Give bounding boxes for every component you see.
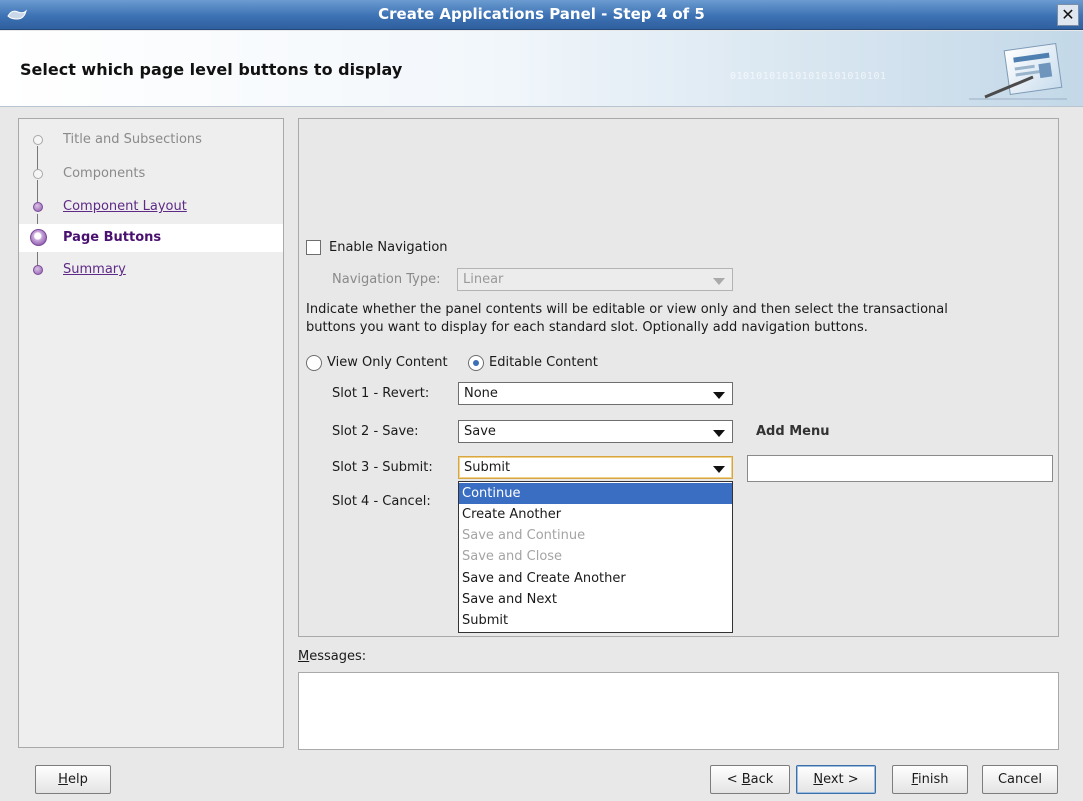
enable-navigation-checkbox[interactable] [306, 240, 321, 255]
dropdown-option-save-and-next[interactable]: Save and Next [459, 589, 732, 610]
page-heading: Select which page level buttons to displ… [20, 60, 403, 79]
chevron-down-icon [713, 278, 725, 285]
navigation-type-label: Navigation Type: [332, 272, 441, 287]
slot-2-label: Slot 2 - Save: [332, 424, 419, 439]
next-mnemonic: N [813, 772, 824, 787]
slot-3-menu-input[interactable] [747, 455, 1053, 482]
wizard-steps-sidebar: Title and Subsections Components Compone… [18, 118, 284, 748]
dropdown-option-save-and-continue: Save and Continue [462, 528, 586, 543]
back-prefix: < [726, 772, 742, 787]
next-label-rest: ext > [823, 772, 859, 787]
cancel-button[interactable]: Cancel [982, 765, 1058, 794]
close-icon[interactable]: ✕ [1057, 4, 1079, 26]
slot-4-label: Slot 4 - Cancel: [332, 494, 431, 509]
step-component-layout[interactable]: Component Layout [19, 193, 283, 221]
help-button[interactable]: Help [35, 765, 111, 794]
step-page-buttons: Page Buttons [19, 224, 283, 252]
step-label[interactable]: Summary [63, 262, 126, 277]
back-button[interactable]: < Back [710, 765, 790, 794]
finish-button[interactable]: Finish [892, 765, 968, 794]
chevron-down-icon [713, 430, 725, 437]
help-mnemonic: H [58, 772, 68, 787]
add-menu-label: Add Menu [756, 424, 830, 439]
help-label-rest: elp [67, 772, 88, 787]
slot-3-label: Slot 3 - Submit: [332, 460, 433, 475]
finish-label-rest: inish [918, 772, 949, 787]
step-label: Title and Subsections [63, 132, 202, 147]
slot-2-value: Save [464, 424, 496, 439]
step-indicator-icon [33, 202, 43, 212]
dropdown-option-continue[interactable]: Continue [459, 483, 732, 504]
slot-3-select[interactable]: Submit [458, 456, 733, 479]
wizard-graphic-icon [969, 43, 1067, 100]
step-label[interactable]: Component Layout [63, 199, 187, 214]
window-title: Create Applications Panel - Step 4 of 5 [378, 5, 705, 23]
back-mnemonic: B [741, 772, 751, 787]
chevron-down-icon [713, 392, 725, 399]
slot-1-value: None [464, 386, 498, 401]
view-only-radio[interactable] [306, 355, 322, 371]
wizard-header: Select which page level buttons to displ… [0, 31, 1083, 107]
editable-content-radio[interactable] [468, 355, 484, 371]
slot-3-dropdown-list: Continue Create Another Save and Continu… [458, 481, 733, 633]
back-label-rest: ack [750, 772, 774, 787]
navigation-type-value: Linear [463, 272, 504, 287]
header-decoration-text: 010101010101010101010101 [730, 71, 887, 82]
next-button[interactable]: Next > [796, 765, 876, 794]
slot-1-select[interactable]: None [458, 382, 733, 405]
messages-label-rest: essages: [309, 649, 367, 664]
step-summary[interactable]: Summary [19, 256, 283, 284]
step-indicator-icon [33, 169, 43, 179]
editable-content-label: Editable Content [489, 355, 598, 370]
dropdown-option-save-and-create-another[interactable]: Save and Create Another [459, 568, 732, 589]
step-label: Components [63, 166, 146, 181]
slot-1-label: Slot 1 - Revert: [332, 386, 430, 401]
step-indicator-icon [33, 265, 43, 275]
step-title-and-subsections: Title and Subsections [19, 126, 283, 154]
instructions-line-1: Indicate whether the panel contents will… [306, 302, 948, 317]
window-title-bar: Create Applications Panel - Step 4 of 5 … [0, 0, 1083, 30]
step-indicator-icon [33, 135, 43, 145]
step-label: Page Buttons [63, 230, 162, 245]
view-only-label: View Only Content [327, 355, 448, 370]
step-components: Components [19, 160, 283, 188]
messages-area[interactable] [298, 672, 1059, 750]
step-indicator-icon [30, 229, 47, 246]
navigation-type-select: Linear [457, 268, 733, 291]
slot-3-value: Submit [464, 460, 511, 475]
chevron-down-icon [713, 466, 725, 473]
dropdown-option-save-and-close: Save and Close [462, 549, 563, 564]
messages-mnemonic: M [298, 649, 310, 664]
messages-label: Messages: [298, 649, 366, 664]
instructions-line-2: buttons you want to display for each sta… [306, 320, 868, 335]
dropdown-option-create-another[interactable]: Create Another [459, 504, 732, 525]
slot-2-select[interactable]: Save [458, 420, 733, 443]
dropdown-option-submit[interactable]: Submit [459, 610, 732, 631]
enable-navigation-label: Enable Navigation [329, 240, 448, 255]
